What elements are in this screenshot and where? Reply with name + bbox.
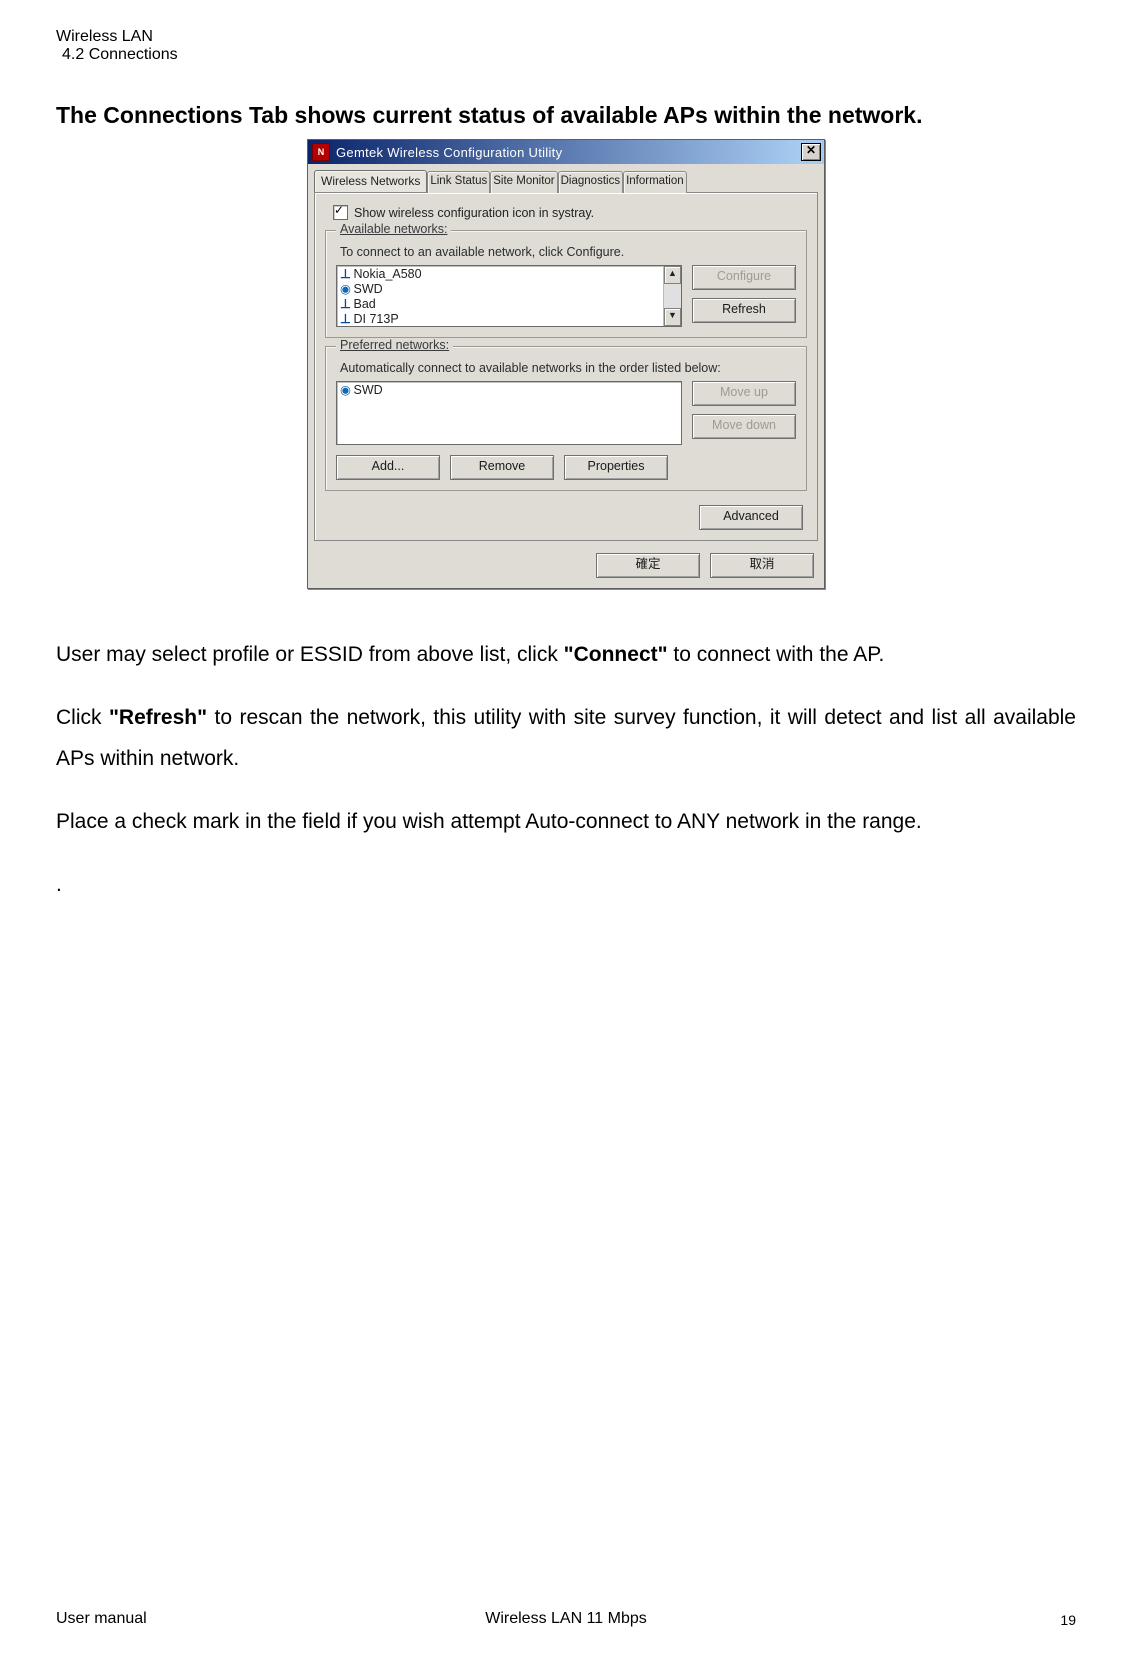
list-item[interactable]: ⊥ Bad <box>340 297 663 312</box>
preferred-listbox[interactable]: ◉ SWD <box>336 381 682 445</box>
scrollbar[interactable]: ▲ ▼ <box>663 266 681 326</box>
footer-center: Wireless LAN 11 Mbps <box>56 1610 1076 1628</box>
preferred-group-title: Preferred networks: <box>336 338 453 352</box>
list-item-label: SWD <box>353 282 382 296</box>
config-dialog: N Gemtek Wireless Configuration Utility … <box>307 139 825 589</box>
preferred-caption: Automatically connect to available netwo… <box>340 361 796 375</box>
list-item[interactable]: ⊥ DI 713P <box>340 312 663 327</box>
body-connect-bold: "Connect" <box>564 643 668 666</box>
list-item[interactable]: ◉ SWD <box>340 282 663 297</box>
systray-checkbox[interactable] <box>333 205 348 220</box>
tab-information[interactable]: Information <box>623 171 687 193</box>
body-p1c: to connect with the AP. <box>668 643 885 666</box>
configure-button[interactable]: Configure <box>692 265 796 290</box>
available-group-title: Available networks: <box>336 222 451 236</box>
list-item-label: SWD <box>353 383 382 397</box>
dialog-action-row: 確定 取消 <box>308 545 824 588</box>
page-footer: User manual Wireless LAN 11 Mbps 19 <box>56 1610 1076 1628</box>
available-listbox[interactable]: ⊥ Nokia_A580 ◉ SWD ⊥ Bad ⊥ DI 713P ▲ ▼ <box>336 265 682 327</box>
antenna-icon: ⊥ <box>340 297 350 312</box>
body-refresh-bold: "Refresh" <box>109 706 207 729</box>
body-p4: . <box>56 865 1076 906</box>
signal-icon: ◉ <box>340 383 350 398</box>
refresh-button[interactable]: Refresh <box>692 298 796 323</box>
page-heading: The Connections Tab shows current status… <box>56 102 1076 129</box>
body-p2a: Click <box>56 706 109 729</box>
tab-link-status[interactable]: Link Status <box>427 171 490 193</box>
move-up-button[interactable]: Move up <box>692 381 796 406</box>
antenna-icon: ⊥ <box>340 312 350 327</box>
scroll-up-button[interactable]: ▲ <box>664 266 681 284</box>
dialog-titlebar[interactable]: N Gemtek Wireless Configuration Utility … <box>308 140 824 164</box>
scroll-down-button[interactable]: ▼ <box>664 308 681 326</box>
list-item-label: DI 713P <box>353 312 398 326</box>
cancel-button[interactable]: 取消 <box>710 553 814 578</box>
tab-diagnostics[interactable]: Diagnostics <box>558 171 623 193</box>
body-p2c: to rescan the network, this utility with… <box>56 706 1076 770</box>
body-text: User may select profile or ESSID from ab… <box>56 635 1076 906</box>
tab-panel: Show wireless configuration icon in syst… <box>314 192 818 541</box>
remove-button[interactable]: Remove <box>450 455 554 480</box>
advanced-button[interactable]: Advanced <box>699 505 803 530</box>
signal-icon: ◉ <box>340 282 350 297</box>
ok-button[interactable]: 確定 <box>596 553 700 578</box>
preferred-networks-group: Preferred networks: Automatically connec… <box>325 346 807 491</box>
tab-site-monitor[interactable]: Site Monitor <box>490 171 557 193</box>
app-icon: N <box>312 143 330 161</box>
dialog-container: N Gemtek Wireless Configuration Utility … <box>56 139 1076 589</box>
available-networks-group: Available networks: To connect to an ava… <box>325 230 807 338</box>
body-p3: Place a check mark in the field if you w… <box>56 802 1076 843</box>
add-button[interactable]: Add... <box>336 455 440 480</box>
list-item-label: Nokia_A580 <box>353 267 421 281</box>
header-product: Wireless LAN <box>56 28 1076 46</box>
dialog-title: Gemtek Wireless Configuration Utility <box>336 145 801 160</box>
tab-wireless-networks[interactable]: Wireless Networks <box>314 170 427 192</box>
list-item[interactable]: ◉ SWD <box>340 383 681 398</box>
header-section: 4.2 Connections <box>62 46 1076 64</box>
properties-button[interactable]: Properties <box>564 455 668 480</box>
antenna-icon: ⊥ <box>340 267 350 282</box>
list-item-label: Bad <box>353 297 375 311</box>
move-down-button[interactable]: Move down <box>692 414 796 439</box>
systray-checkbox-label: Show wireless configuration icon in syst… <box>354 206 594 220</box>
list-item[interactable]: ⊥ Nokia_A580 <box>340 267 663 282</box>
systray-checkbox-row[interactable]: Show wireless configuration icon in syst… <box>333 205 807 220</box>
available-caption: To connect to an available network, clic… <box>340 245 796 259</box>
tabs: Wireless Networks Link Status Site Monit… <box>308 164 824 192</box>
body-p1a: User may select profile or ESSID from ab… <box>56 643 564 666</box>
close-button[interactable]: ✕ <box>801 143 821 161</box>
